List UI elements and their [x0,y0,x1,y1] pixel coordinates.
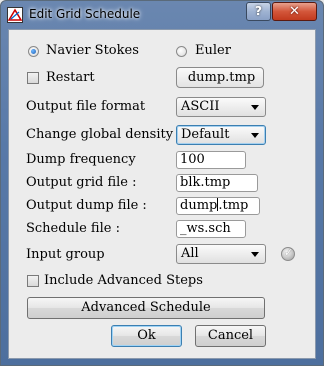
dump-file-input[interactable]: dump.tmp [176,197,260,215]
advanced-schedule-button[interactable]: Advanced Schedule [27,297,265,319]
app-icon [7,7,23,23]
chevron-down-icon [251,105,259,110]
cancel-button[interactable]: Cancel [195,325,266,347]
navier-stokes-label[interactable]: Navier Stokes [46,43,139,59]
restart-checkbox[interactable] [27,72,39,84]
schedule-file-label: Schedule file : [26,221,120,236]
euler-radio[interactable] [176,46,187,57]
chevron-down-icon [251,133,259,138]
output-format-value: ASCII [181,99,220,114]
edit-grid-schedule-window: Edit Grid Schedule ? ✕ Navier Stokes Eul… [0,0,324,366]
close-button[interactable]: ✕ [272,2,317,21]
density-value: Default [181,127,230,142]
chevron-down-icon [251,252,259,257]
restart-file-button[interactable]: dump.tmp [176,67,264,88]
advanced-steps-label[interactable]: Include Advanced Steps [44,273,203,289]
checkmark-icon[interactable] [281,246,295,261]
input-group-label: Input group [26,247,105,262]
grid-file-input[interactable]: blk.tmp [176,174,258,192]
restart-label[interactable]: Restart [46,70,95,86]
dump-file-value-start: dump [180,198,218,213]
advanced-steps-checkbox[interactable] [27,275,39,287]
dump-file-value-end: .tmp [218,198,249,213]
title-bar[interactable]: Edit Grid Schedule ? ✕ [1,1,323,28]
density-label: Change global density [26,127,174,142]
dump-frequency-label: Dump frequency [26,152,136,167]
ok-button[interactable]: Ok [111,325,182,347]
euler-label[interactable]: Euler [195,43,231,59]
navier-stokes-radio[interactable] [28,46,39,57]
schedule-file-input[interactable]: _ws.sch [176,220,246,238]
dump-file-label: Output dump file : [26,198,147,213]
output-format-select[interactable]: ASCII [176,97,266,117]
help-button[interactable]: ? [246,2,271,21]
input-group-select[interactable]: All [176,244,266,264]
density-select[interactable]: Default [176,125,266,145]
output-format-label: Output file format [26,99,146,114]
dump-frequency-input[interactable]: 100 [176,151,246,169]
input-group-value: All [181,246,199,261]
grid-file-label: Output grid file : [26,175,137,190]
window-title: Edit Grid Schedule [29,7,141,21]
dialog-body: Navier Stokes Euler Restart dump.tmp Out… [8,29,316,359]
